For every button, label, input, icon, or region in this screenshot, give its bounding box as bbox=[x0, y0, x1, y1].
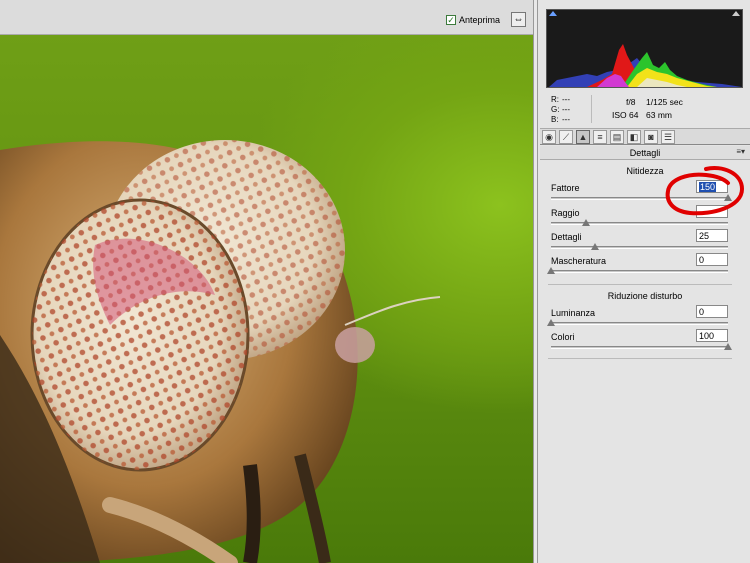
check-icon: ✓ bbox=[447, 14, 455, 25]
readout-divider bbox=[591, 95, 592, 123]
histogram bbox=[546, 9, 743, 88]
panel-menu-icon[interactable]: ≡▾ bbox=[736, 147, 745, 156]
tab-hsl[interactable]: ≡ bbox=[593, 130, 607, 144]
hsl-icon: ≡ bbox=[597, 132, 603, 142]
raggio-slider[interactable] bbox=[551, 219, 728, 226]
b-value: --- bbox=[562, 115, 570, 124]
camera-raw-window: ✓ Anteprima ⇔ R: --- G: --- B: --- f/8 1… bbox=[0, 0, 750, 563]
tab-lens[interactable]: ◧ bbox=[627, 130, 641, 144]
g-label: G: bbox=[551, 105, 560, 114]
split-toning-icon: ▤ bbox=[612, 132, 622, 142]
dettagli-input[interactable]: 25 bbox=[696, 229, 728, 242]
raggio-label: Raggio bbox=[551, 208, 580, 218]
curve-icon: ⟋ bbox=[562, 132, 570, 142]
insect-eye-photo bbox=[0, 140, 441, 563]
mascheratura-input[interactable]: 0 bbox=[696, 253, 728, 266]
fullscreen-toggle-button[interactable]: ⇔ bbox=[511, 12, 526, 27]
fattore-label: Fattore bbox=[551, 183, 580, 193]
preview-image[interactable] bbox=[0, 35, 535, 563]
tab-split-toning[interactable]: ▤ bbox=[610, 130, 624, 144]
colori-slider[interactable] bbox=[551, 343, 732, 350]
camera-icon: ◙ bbox=[648, 132, 654, 142]
tab-basic[interactable]: ◉ bbox=[542, 130, 556, 144]
fattore-slider[interactable] bbox=[551, 194, 732, 201]
tab-tone-curve[interactable]: ⟋ bbox=[559, 130, 573, 144]
raggio-input[interactable] bbox=[696, 205, 728, 218]
luminanza-slider-thumb[interactable] bbox=[547, 319, 555, 326]
pixel-readout: R: --- G: --- B: --- f/8 1/125 sec ISO 6… bbox=[546, 93, 743, 125]
b-label: B: bbox=[551, 115, 559, 124]
fattore-input[interactable]: 150 bbox=[696, 180, 728, 193]
tab-camera-calibration[interactable]: ◙ bbox=[644, 130, 658, 144]
mascheratura-label: Mascheratura bbox=[551, 256, 607, 266]
raggio-slider-thumb[interactable] bbox=[582, 219, 591, 226]
presets-icon: ☰ bbox=[663, 132, 673, 142]
section-title: Dettagli bbox=[629, 148, 661, 158]
preview-checkbox-label[interactable]: Anteprima bbox=[459, 15, 500, 25]
g-value: --- bbox=[562, 105, 570, 114]
r-value: --- bbox=[562, 95, 570, 104]
mascheratura-slider[interactable] bbox=[547, 267, 728, 274]
preview-area: ✓ Anteprima ⇔ bbox=[0, 0, 535, 563]
section-header: Dettagli ≡▾ bbox=[540, 146, 750, 160]
preview-checkbox[interactable]: ✓ bbox=[446, 15, 456, 25]
dettagli-label: Dettagli bbox=[551, 232, 582, 242]
r-label: R: bbox=[551, 95, 559, 104]
expand-arrows-icon: ⇔ bbox=[513, 14, 524, 25]
tab-presets[interactable]: ☰ bbox=[661, 130, 675, 144]
detail-icon: ▲ bbox=[578, 132, 588, 142]
group-separator bbox=[548, 284, 732, 285]
group-separator-bottom bbox=[548, 358, 732, 359]
colori-slider-thumb[interactable] bbox=[724, 343, 732, 350]
panel-tabs: ◉ ⟋ ▲ ≡ ▤ ◧ ◙ ☰ bbox=[540, 128, 750, 145]
iso-value: ISO 64 bbox=[612, 110, 639, 120]
shutter-value: 1/125 sec bbox=[646, 97, 683, 107]
lens-icon: ◧ bbox=[629, 132, 639, 142]
luminanza-slider[interactable] bbox=[547, 319, 728, 326]
dettagli-slider-thumb[interactable] bbox=[591, 243, 600, 250]
aperture-value: f/8 bbox=[626, 97, 636, 107]
luminanza-label: Luminanza bbox=[551, 308, 596, 318]
fattore-slider-thumb[interactable] bbox=[724, 194, 732, 201]
preview-toolbar: ✓ Anteprima ⇔ bbox=[0, 0, 535, 35]
tab-detail[interactable]: ▲ bbox=[576, 130, 590, 144]
focal-length-value: 63 mm bbox=[646, 110, 672, 120]
colori-label: Colori bbox=[551, 332, 575, 342]
sharpening-title: Nitidezza bbox=[626, 166, 664, 176]
colori-input[interactable]: 100 bbox=[696, 329, 728, 342]
noise-reduction-title: Riduzione disturbo bbox=[607, 291, 683, 301]
aperture-icon: ◉ bbox=[545, 132, 553, 142]
dettagli-slider[interactable] bbox=[551, 243, 728, 250]
mascheratura-slider-thumb[interactable] bbox=[547, 267, 555, 274]
luminanza-input[interactable]: 0 bbox=[696, 305, 728, 318]
histogram-graph bbox=[549, 44, 742, 87]
